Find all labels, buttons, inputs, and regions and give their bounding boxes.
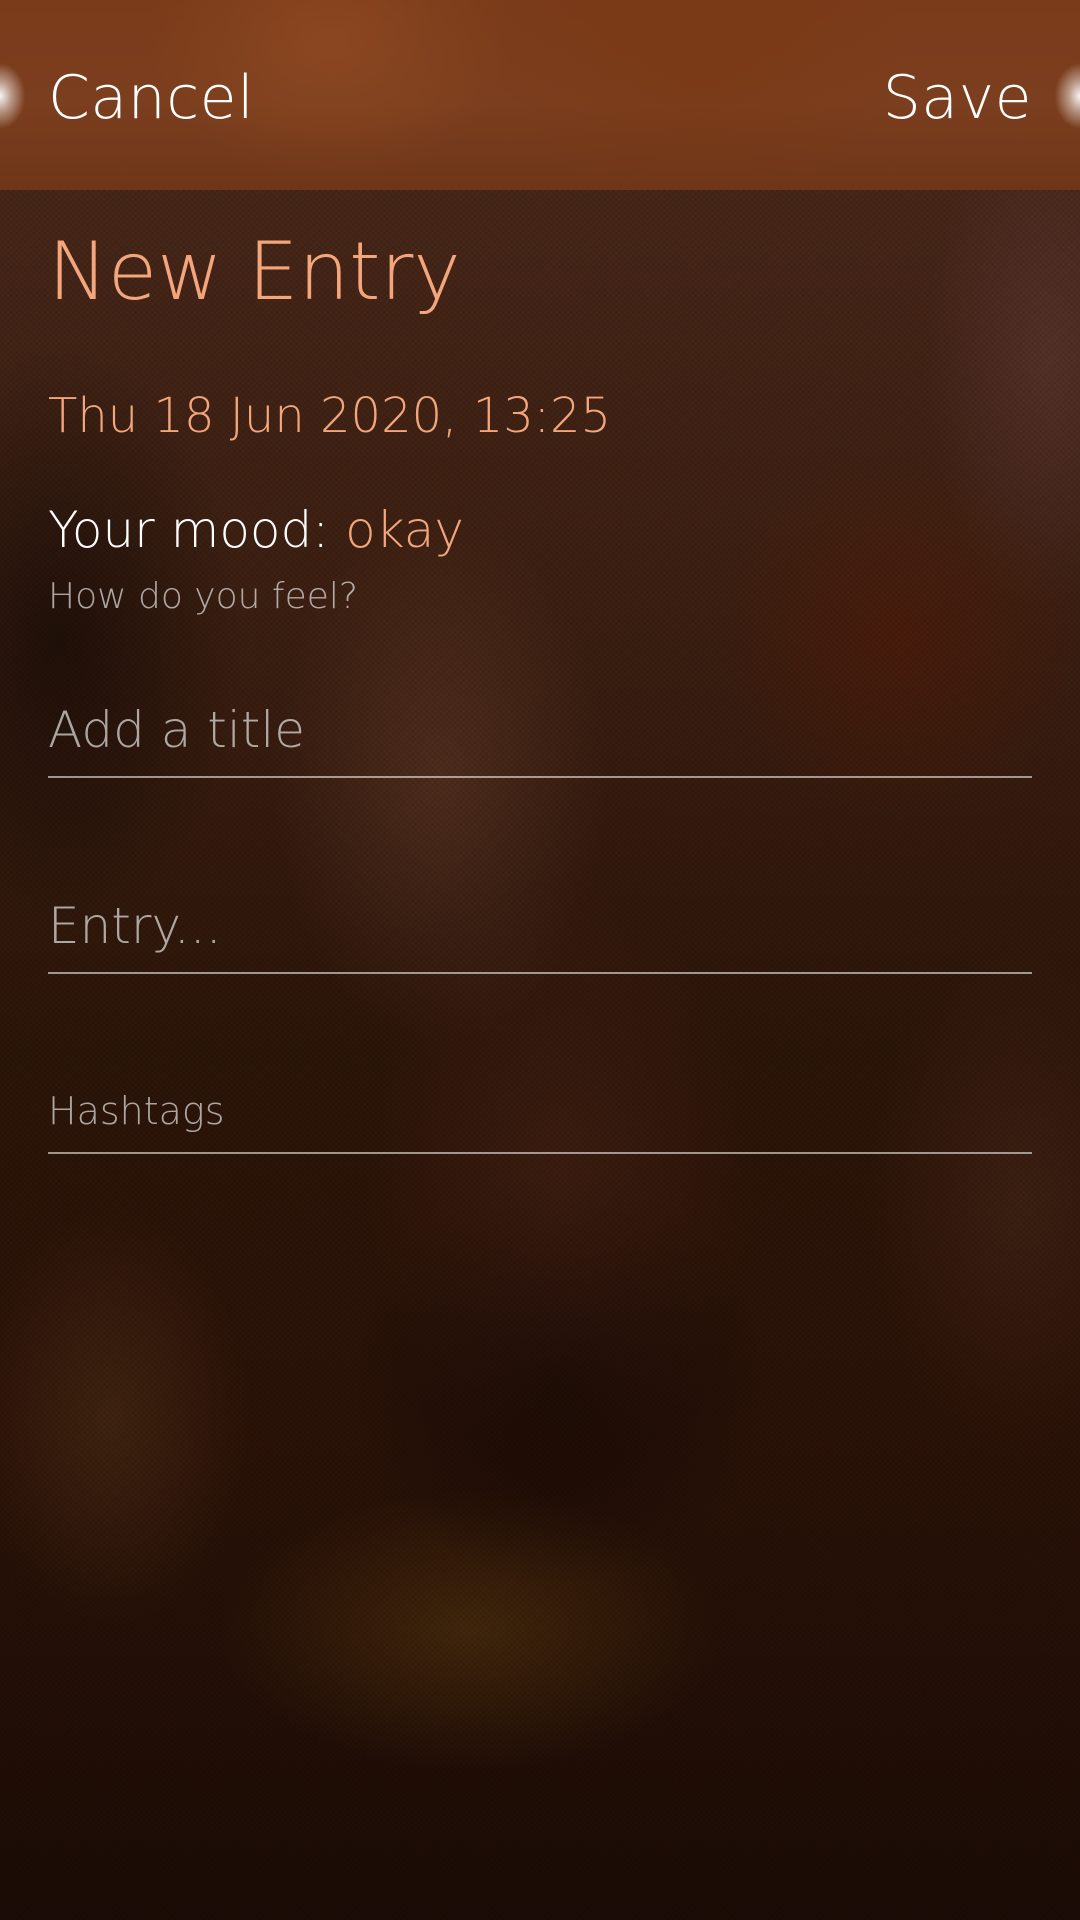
save-glow-indicator bbox=[1028, 52, 1080, 140]
entry-datetime[interactable]: Thu 18 Jun 2020, 13:25 bbox=[48, 386, 611, 446]
page-title: New Entry bbox=[48, 225, 461, 318]
hashtags-field bbox=[48, 1074, 1032, 1154]
entry-input[interactable] bbox=[48, 884, 1032, 968]
mood-selector[interactable]: Your mood: okay bbox=[48, 498, 464, 562]
save-button[interactable]: Save bbox=[883, 58, 1032, 138]
mood-label: Your mood: bbox=[48, 501, 330, 559]
entry-field bbox=[48, 884, 1032, 974]
hashtags-input[interactable] bbox=[48, 1074, 1032, 1148]
title-input[interactable] bbox=[48, 688, 1032, 772]
mood-value: okay bbox=[345, 501, 465, 559]
new-entry-screen: Cancel Save New Entry Thu 18 Jun 2020, 1… bbox=[0, 0, 1080, 1920]
title-field bbox=[48, 688, 1032, 778]
cancel-glow-indicator bbox=[0, 52, 52, 140]
mood-hint: How do you feel? bbox=[48, 576, 358, 617]
cancel-button[interactable]: Cancel bbox=[48, 58, 254, 138]
